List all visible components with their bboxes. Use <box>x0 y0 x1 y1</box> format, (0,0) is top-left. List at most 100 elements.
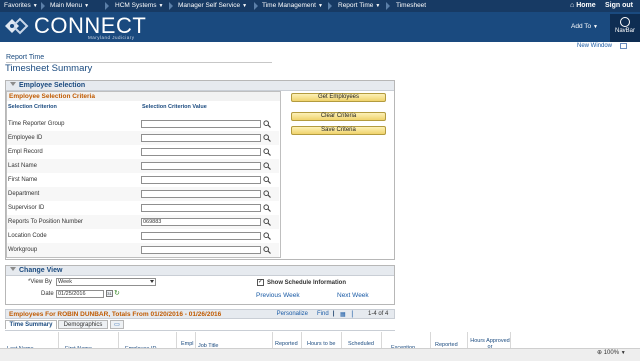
top-navigation-bar: Favorites ▼ Main Menu ▼ HCM Systems ▼ Manag… <box>0 0 640 12</box>
zoom-level[interactable]: ⊕ 100% ▼ <box>597 349 626 356</box>
criteria-label: Location Code <box>8 233 47 239</box>
criteria-row: First Name <box>7 173 279 187</box>
find-link[interactable]: Find <box>317 311 329 317</box>
logo-subtitle: Maryland Judiciary <box>88 35 135 40</box>
help-window-icon[interactable] <box>620 43 627 49</box>
chevron-down-icon: ▼ <box>32 3 38 9</box>
personalize-link[interactable]: Personalize <box>277 311 308 317</box>
refresh-icon[interactable]: ↻ <box>114 290 121 297</box>
lookup-search-icon[interactable] <box>263 176 271 184</box>
criteria-title: Employee Selection Criteria <box>7 92 280 101</box>
criteria-value-input[interactable] <box>141 232 261 240</box>
nav-manager-self-service[interactable]: Manager Self Service ▼ <box>178 0 247 12</box>
get-employees-button[interactable]: Get Employees <box>291 93 386 102</box>
nav-favorites[interactable]: Favorites ▼ <box>4 0 38 12</box>
column-header-value: Selection Criterion Value <box>142 104 207 110</box>
view-by-select[interactable]: Week <box>56 278 156 286</box>
view-all-separator: | <box>333 311 335 317</box>
lookup-search-icon[interactable] <box>263 148 271 156</box>
criteria-label: Last Name <box>8 163 38 169</box>
change-view-header[interactable]: Change View <box>6 266 394 276</box>
date-input[interactable]: 01/25/2016 <box>56 290 104 298</box>
criteria-value-input[interactable] <box>141 162 261 170</box>
new-window-link[interactable]: New Window <box>577 43 612 49</box>
col-hours-to-be[interactable]: Hours to be <box>307 341 335 347</box>
nav-report-time[interactable]: Report Time ▼ <box>338 0 380 12</box>
clear-criteria-button[interactable]: Clear Criteria <box>291 112 386 121</box>
col-empl-record[interactable]: Empl <box>181 341 194 347</box>
chevron-down-icon: ▼ <box>158 3 164 9</box>
employee-selection-header[interactable]: Employee Selection <box>6 81 394 91</box>
navbar-button[interactable]: NavBar <box>610 14 640 42</box>
breadcrumb-separator-icon <box>41 2 45 10</box>
criteria-value-input[interactable] <box>141 190 261 198</box>
view-by-label: *View By <box>28 279 52 285</box>
lookup-search-icon[interactable] <box>263 218 271 226</box>
tab-demographics[interactable]: Demographics <box>58 320 108 329</box>
criteria-row: Department <box>7 187 279 201</box>
download-icon[interactable]: ▦ <box>340 311 346 318</box>
criteria-row: Time Reporter Group <box>7 117 279 131</box>
column-header-criterion: Selection Criterion <box>8 104 57 110</box>
chevron-down-icon: ▼ <box>620 350 626 356</box>
chevron-down-icon: ▼ <box>375 3 381 9</box>
criteria-label: Time Reporter Group <box>8 121 65 127</box>
lookup-search-icon[interactable] <box>263 246 271 254</box>
criteria-value-input[interactable] <box>141 148 261 156</box>
show-all-columns-icon[interactable]: ▭ <box>110 320 124 329</box>
criteria-row: Reports To Position Number 069883 <box>7 215 279 229</box>
row-range: 1-4 of 4 <box>368 311 389 317</box>
tab-time-summary[interactable]: Time Summary <box>5 320 57 329</box>
chevron-down-icon: ▼ <box>317 3 323 9</box>
chevron-down-icon: ▼ <box>84 3 90 9</box>
lookup-search-icon[interactable] <box>263 204 271 212</box>
home-icon: ⌂ <box>570 2 575 9</box>
breadcrumb-separator-icon <box>105 2 109 10</box>
criteria-label: Empl Record <box>8 149 43 155</box>
col-reported[interactable]: Reported <box>275 341 298 347</box>
lookup-search-icon[interactable] <box>263 190 271 198</box>
criteria-value-input[interactable] <box>141 176 261 184</box>
calendar-icon[interactable]: 31 <box>106 290 113 297</box>
chevron-down-icon: ▼ <box>592 24 598 30</box>
lookup-search-icon[interactable] <box>263 162 271 170</box>
criteria-label: Department <box>8 191 40 197</box>
criteria-label: First Name <box>8 177 38 183</box>
lookup-search-icon[interactable] <box>263 134 271 142</box>
criteria-row: Location Code <box>7 229 279 243</box>
criteria-row: Supervisor ID <box>7 201 279 215</box>
nav-hcm-systems[interactable]: HCM Systems ▼ <box>115 0 163 12</box>
first-page-icon[interactable]: ▏ <box>352 311 357 318</box>
collapse-triangle-icon <box>10 267 16 271</box>
page-title: Timesheet Summary <box>5 63 93 74</box>
criteria-value-input[interactable]: 069883 <box>141 218 261 226</box>
previous-week-link[interactable]: Previous Week <box>256 292 300 299</box>
lookup-search-icon[interactable] <box>263 120 271 128</box>
browser-status-bar <box>0 348 640 361</box>
connect-logo-icon <box>5 17 29 35</box>
criteria-label: Reports To Position Number <box>8 219 83 225</box>
home-link[interactable]: ⌂ Home <box>570 0 596 12</box>
compass-icon <box>620 17 630 27</box>
sign-out-link[interactable]: Sign out <box>605 0 633 12</box>
show-schedule-checkbox[interactable]: ✓ <box>257 279 264 286</box>
criteria-label: Workgroup <box>8 247 38 253</box>
criteria-value-input[interactable] <box>141 120 261 128</box>
show-schedule-label: Show Schedule Information <box>267 280 347 286</box>
zoom-icon: ⊕ <box>597 350 603 356</box>
criteria-value-input[interactable] <box>141 134 261 142</box>
save-criteria-button[interactable]: Save Criteria <box>291 126 386 135</box>
criteria-label: Employee ID <box>8 135 43 141</box>
col-scheduled[interactable]: Scheduled <box>348 341 374 347</box>
criteria-value-input[interactable] <box>141 204 261 212</box>
criteria-value-input[interactable] <box>141 246 261 254</box>
next-week-link[interactable]: Next Week <box>337 292 369 299</box>
nav-main-menu[interactable]: Main Menu ▼ <box>50 0 89 12</box>
nav-time-management[interactable]: Time Management ▼ <box>262 0 323 12</box>
add-to-menu[interactable]: Add To ▼ <box>571 23 598 30</box>
criteria-row: Last Name <box>7 159 279 173</box>
breadcrumb-separator-icon <box>328 2 332 10</box>
lookup-search-icon[interactable] <box>263 232 271 240</box>
criteria-row: Employee ID <box>7 131 279 145</box>
nav-timesheet[interactable]: Timesheet <box>396 0 426 12</box>
